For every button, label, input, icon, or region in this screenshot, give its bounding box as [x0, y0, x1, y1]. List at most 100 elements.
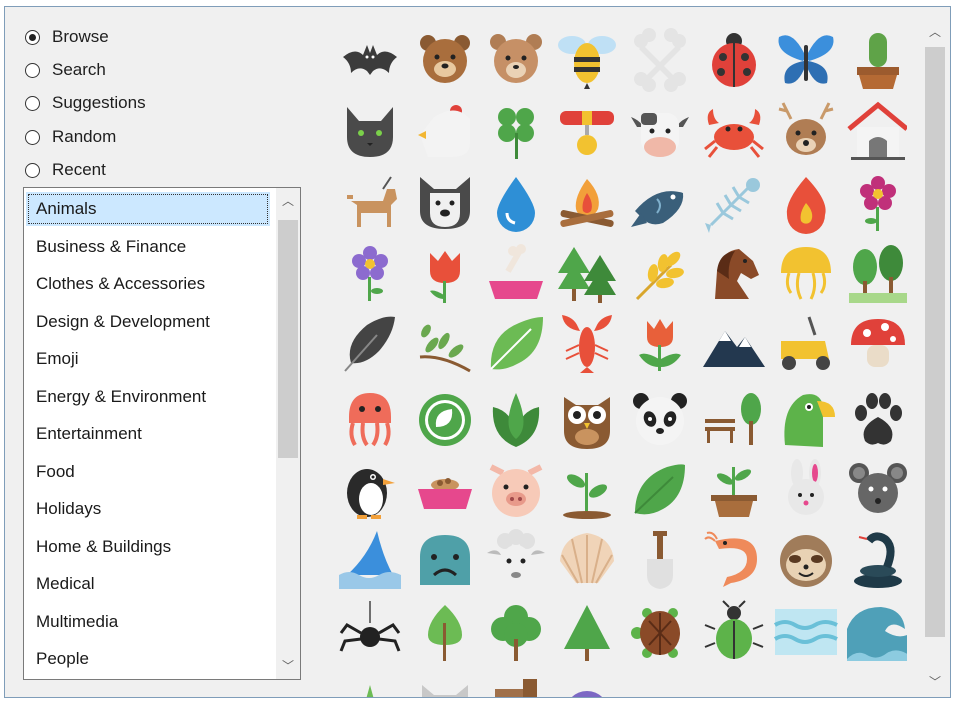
- deer-icon[interactable]: [773, 99, 839, 165]
- mountains-icon[interactable]: [701, 311, 767, 377]
- bear-icon[interactable]: [412, 27, 478, 93]
- beetle-icon[interactable]: [701, 599, 767, 665]
- category-item[interactable]: People: [26, 642, 270, 676]
- paw-icon[interactable]: [845, 387, 907, 453]
- purple-flower-icon[interactable]: [337, 241, 403, 307]
- tree-icon[interactable]: [412, 599, 478, 665]
- radio-button[interactable]: [25, 129, 40, 145]
- waves-icon[interactable]: [773, 599, 839, 665]
- grove-icon[interactable]: [845, 241, 907, 307]
- category-scrollbar[interactable]: ︿ ﹀: [276, 188, 300, 679]
- dog-bowl-icon[interactable]: [483, 241, 549, 307]
- category-item[interactable]: Design & Development: [26, 305, 270, 339]
- scroll-up-arrow-icon[interactable]: ︿: [923, 21, 947, 43]
- clover-icon[interactable]: [483, 99, 549, 165]
- bulldog-icon[interactable]: [412, 171, 478, 237]
- butterfly-icon[interactable]: [773, 27, 839, 93]
- radio-random[interactable]: Random: [25, 125, 116, 149]
- forest-icon[interactable]: [554, 241, 620, 307]
- sprout-icon[interactable]: [554, 457, 620, 523]
- small-tree-icon[interactable]: [337, 665, 403, 697]
- category-item[interactable]: Multimedia: [26, 605, 270, 639]
- shovel-icon[interactable]: [627, 527, 693, 593]
- scroll-down-arrow-icon[interactable]: ﹀: [923, 671, 947, 693]
- radio-button-selected[interactable]: [25, 29, 40, 45]
- stump-icon[interactable]: [483, 665, 549, 697]
- scroll-up-arrow-icon[interactable]: ︿: [276, 190, 300, 212]
- tulip-alt-icon[interactable]: [627, 311, 693, 377]
- round-tree-icon[interactable]: [483, 599, 549, 665]
- bone-icon[interactable]: [627, 27, 693, 93]
- ladybug-icon[interactable]: [701, 27, 767, 93]
- radio-button[interactable]: [25, 95, 40, 111]
- category-item[interactable]: Home & Buildings: [26, 530, 270, 564]
- seashell-icon[interactable]: [554, 527, 620, 593]
- leaf-alt-icon[interactable]: [627, 457, 693, 523]
- radio-search[interactable]: Search: [25, 58, 106, 82]
- category-item[interactable]: Medical: [26, 567, 270, 601]
- eco-badge-icon[interactable]: [412, 387, 478, 453]
- category-item[interactable]: Business & Finance: [26, 230, 270, 264]
- lawn-mower-icon[interactable]: [773, 311, 839, 377]
- bat-icon[interactable]: [337, 27, 403, 93]
- category-listbox[interactable]: Animals Business & Finance Clothes & Acc…: [23, 187, 301, 680]
- doghouse-icon[interactable]: [845, 99, 907, 165]
- category-item[interactable]: Energy & Environment: [26, 380, 270, 414]
- flower-icon[interactable]: [845, 171, 907, 237]
- tulip-icon[interactable]: [412, 241, 478, 307]
- dog-walking-icon[interactable]: [337, 171, 403, 237]
- bee-icon[interactable]: [554, 27, 620, 93]
- campfire-icon[interactable]: [554, 171, 620, 237]
- bear-alt-icon[interactable]: [483, 27, 549, 93]
- cow-icon[interactable]: [627, 99, 693, 165]
- category-item[interactable]: Food: [26, 455, 270, 489]
- chicken-icon[interactable]: [412, 99, 478, 165]
- category-item[interactable]: Entertainment: [26, 417, 270, 451]
- scrollbar-thumb[interactable]: [925, 47, 945, 637]
- leaf-icon[interactable]: [483, 311, 549, 377]
- icon-grid-scrollbar[interactable]: ︿ ﹀: [923, 19, 947, 695]
- scrollbar-thumb[interactable]: [278, 220, 298, 458]
- fish-bone-icon[interactable]: [701, 171, 767, 237]
- spider-icon[interactable]: [337, 599, 403, 665]
- penguin-icon[interactable]: [337, 457, 403, 523]
- radio-recent[interactable]: Recent: [25, 158, 106, 182]
- turtle-icon[interactable]: [627, 599, 693, 665]
- yarn-ball-icon[interactable]: [554, 665, 620, 697]
- shark-icon[interactable]: [337, 527, 403, 593]
- pig-icon[interactable]: [483, 457, 549, 523]
- radio-button[interactable]: [25, 62, 40, 78]
- feather-icon[interactable]: [337, 311, 403, 377]
- category-item[interactable]: Emoji: [26, 342, 270, 376]
- rat-icon[interactable]: [845, 457, 907, 523]
- radio-browse[interactable]: Browse: [25, 25, 109, 49]
- cat-icon[interactable]: [337, 99, 403, 165]
- tidal-wave-icon[interactable]: [845, 599, 907, 665]
- panda-icon[interactable]: [627, 387, 693, 453]
- sloth-icon[interactable]: [773, 527, 839, 593]
- flame-icon[interactable]: [773, 171, 839, 237]
- octopus-icon[interactable]: [337, 387, 403, 453]
- category-item[interactable]: Clothes & Accessories: [26, 267, 270, 301]
- radio-button[interactable]: [25, 162, 40, 178]
- twig-icon[interactable]: [412, 311, 478, 377]
- scroll-down-arrow-icon[interactable]: ﹀: [276, 655, 300, 677]
- mushroom-icon[interactable]: [845, 311, 907, 377]
- crab-icon[interactable]: [701, 99, 767, 165]
- owl-icon[interactable]: [554, 387, 620, 453]
- pet-food-bowl-icon[interactable]: [412, 457, 478, 523]
- park-bench-icon[interactable]: [701, 387, 767, 453]
- sheep-icon[interactable]: [483, 527, 549, 593]
- shrimp-icon[interactable]: [701, 527, 767, 593]
- wolf-icon[interactable]: [412, 665, 478, 697]
- snake-icon[interactable]: [845, 527, 907, 593]
- radio-suggestions[interactable]: Suggestions: [25, 91, 146, 115]
- category-item[interactable]: Holidays: [26, 492, 270, 526]
- horse-icon[interactable]: [701, 241, 767, 307]
- lobster-icon[interactable]: [554, 311, 620, 377]
- parrot-icon[interactable]: [773, 387, 839, 453]
- pine-tree-icon[interactable]: [554, 599, 620, 665]
- wheat-icon[interactable]: [627, 241, 693, 307]
- category-item-animals[interactable]: Animals: [26, 192, 270, 226]
- cactus-icon[interactable]: [845, 27, 907, 93]
